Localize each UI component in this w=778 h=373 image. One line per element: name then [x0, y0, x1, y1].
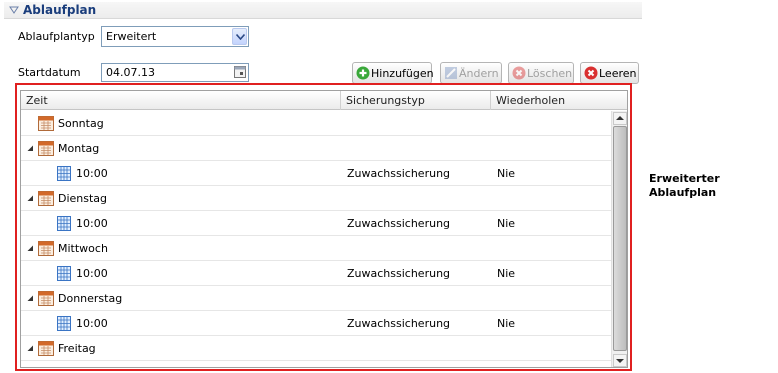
day-row[interactable]: Mittwoch — [21, 236, 611, 261]
cell-repeat: Nie — [497, 167, 516, 180]
edit-button[interactable]: Ändern — [440, 62, 502, 84]
delete-button-label: Löschen — [527, 67, 573, 80]
add-button-label: Hinzufügen — [371, 67, 434, 80]
expand-triangle-icon[interactable] — [27, 245, 34, 252]
cell-time: 10:00 — [76, 267, 108, 280]
time-row[interactable]: 10:00 Zuwachssicherung Nie — [21, 211, 611, 236]
day-row[interactable]: Montag — [21, 136, 611, 161]
clear-x-icon — [584, 66, 598, 80]
cell-backup-type: Zuwachssicherung — [347, 167, 451, 180]
cell-time: 10:00 — [76, 317, 108, 330]
date-picker-icon[interactable] — [234, 66, 246, 78]
schedule-grid[interactable]: Zeit Sicherungstyp Wiederholen Sonntag Mo… — [20, 90, 628, 368]
cell-repeat: Nie — [497, 267, 516, 280]
section-header[interactable]: Ablaufplan — [4, 2, 642, 19]
scroll-up-button[interactable] — [613, 112, 627, 125]
cell-repeat: Nie — [497, 217, 516, 230]
plus-icon — [356, 66, 370, 80]
cell-backup-type: Zuwachssicherung — [347, 317, 451, 330]
time-grid-icon — [57, 216, 71, 231]
section-title: Ablaufplan — [23, 3, 97, 17]
expand-triangle-icon[interactable] — [27, 345, 34, 352]
day-row[interactable]: Dienstag — [21, 186, 611, 211]
delete-x-icon — [512, 66, 526, 80]
day-row[interactable]: Sonntag — [21, 111, 611, 136]
column-header-backup-type[interactable]: Sicherungstyp — [341, 91, 491, 110]
cell-time: 10:00 — [76, 167, 108, 180]
day-row[interactable]: Donnerstag — [21, 286, 611, 311]
calendar-day-icon — [38, 116, 54, 131]
time-row[interactable]: 10:00 Zuwachssicherung Nie — [21, 311, 611, 336]
scroll-down-button[interactable] — [613, 354, 627, 367]
cell-time: Dienstag — [58, 192, 108, 205]
scrollbar-thumb[interactable] — [613, 126, 627, 351]
annotation-line-2: Ablaufplan — [649, 186, 717, 199]
day-row[interactable]: Freitag — [21, 336, 611, 361]
add-button[interactable]: Hinzufügen — [352, 62, 434, 84]
time-grid-icon — [57, 166, 71, 181]
cell-time: Freitag — [58, 342, 96, 355]
cell-time: Montag — [58, 142, 100, 155]
delete-button[interactable]: Löschen — [508, 62, 574, 84]
cell-backup-type: Zuwachssicherung — [347, 267, 451, 280]
grid-rows: Sonntag Montag 10:00 Zuwachssicherung Nie Die… — [21, 111, 611, 361]
start-date-input[interactable]: 04.07.13 — [101, 63, 249, 82]
cell-time: Donnerstag — [58, 292, 123, 305]
clear-button-label: Leeren — [599, 67, 637, 80]
expand-triangle-icon[interactable] — [27, 195, 34, 202]
time-row[interactable]: 10:00 Zuwachssicherung Nie — [21, 261, 611, 286]
column-header-time[interactable]: Zeit — [21, 91, 341, 110]
start-date-value: 04.07.13 — [106, 66, 155, 79]
schedule-type-select[interactable]: Erweitert — [101, 26, 249, 47]
cell-backup-type: Zuwachssicherung — [347, 217, 451, 230]
vertical-scrollbar[interactable] — [611, 111, 627, 367]
calendar-day-icon — [38, 291, 54, 306]
time-row[interactable]: 10:00 Zuwachssicherung Nie — [21, 161, 611, 186]
dropdown-button[interactable] — [232, 28, 247, 45]
cell-repeat: Nie — [497, 317, 516, 330]
edit-pencil-icon — [445, 67, 457, 79]
clear-button[interactable]: Leeren — [580, 62, 639, 84]
calendar-day-icon — [38, 341, 54, 356]
expand-triangle-icon[interactable] — [27, 295, 34, 302]
cell-time: Sonntag — [58, 117, 104, 130]
calendar-day-icon — [38, 191, 54, 206]
annotation-label: Erweiterter Ablaufplan — [649, 172, 759, 200]
calendar-day-icon — [38, 241, 54, 256]
grid-header: Zeit Sicherungstyp Wiederholen — [21, 91, 627, 110]
cell-time: 10:00 — [76, 217, 108, 230]
edit-button-label: Ändern — [459, 67, 499, 80]
calendar-day-icon — [38, 141, 54, 156]
time-grid-icon — [57, 316, 71, 331]
arrow-up-icon — [616, 116, 624, 120]
time-grid-icon — [57, 266, 71, 281]
expand-triangle-icon[interactable] — [27, 145, 34, 152]
column-header-repeat[interactable]: Wiederholen — [491, 91, 627, 110]
cell-time: Mittwoch — [58, 242, 108, 255]
schedule-type-label: Ablaufplantyp — [18, 30, 95, 43]
chevron-down-icon — [236, 34, 245, 40]
start-date-label: Startdatum — [18, 66, 81, 79]
arrow-down-icon — [616, 359, 624, 363]
annotation-line-1: Erweiterter — [649, 172, 720, 185]
schedule-type-value: Erweitert — [106, 30, 157, 43]
collapse-triangle-icon[interactable] — [9, 5, 19, 15]
